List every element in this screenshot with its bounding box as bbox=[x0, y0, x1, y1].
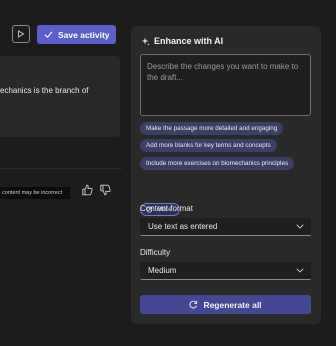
divider bbox=[0, 168, 122, 169]
sparkle-icon bbox=[141, 37, 150, 46]
chevron-down-icon bbox=[296, 268, 304, 273]
draft-card: echanics is the branch of bbox=[0, 56, 120, 137]
content-format-label: Content format bbox=[140, 204, 193, 213]
draft-text: echanics is the branch of bbox=[0, 86, 89, 95]
refresh-icon bbox=[189, 300, 198, 309]
save-activity-button[interactable]: Save activity bbox=[37, 25, 116, 44]
prompt-input[interactable] bbox=[147, 61, 304, 109]
suggestion-chip[interactable]: Include more exercises on biomechanics p… bbox=[140, 157, 295, 170]
play-icon bbox=[18, 30, 25, 38]
thumbs-down-icon[interactable] bbox=[100, 184, 111, 196]
ai-disclaimer: content may be incorrect bbox=[0, 187, 70, 199]
panel-title-label: Enhance with AI bbox=[154, 36, 224, 46]
chevron-down-icon bbox=[296, 224, 304, 229]
suggestion-chip[interactable]: Make the passage more detailed and engag… bbox=[140, 122, 284, 135]
preview-play-button[interactable] bbox=[12, 25, 30, 43]
difficulty-label: Difficulty bbox=[140, 248, 171, 257]
difficulty-select[interactable]: Medium bbox=[140, 262, 311, 280]
content-format-select[interactable]: Use text as entered bbox=[140, 218, 311, 236]
checkmark-icon bbox=[44, 31, 53, 39]
enhance-panel: Enhance with AI Make the passage more de… bbox=[131, 26, 321, 324]
prompt-box bbox=[140, 54, 311, 116]
suggestion-chip[interactable]: Add more blanks for key terms and concep… bbox=[140, 139, 277, 152]
content-format-value: Use text as entered bbox=[148, 222, 218, 231]
thumbs-up-icon[interactable] bbox=[82, 184, 93, 196]
save-activity-label: Save activity bbox=[58, 29, 110, 40]
difficulty-value: Medium bbox=[148, 266, 177, 275]
regenerate-all-button[interactable]: Regenerate all bbox=[140, 295, 311, 314]
panel-title: Enhance with AI bbox=[141, 36, 223, 46]
regenerate-all-label: Regenerate all bbox=[203, 299, 262, 310]
